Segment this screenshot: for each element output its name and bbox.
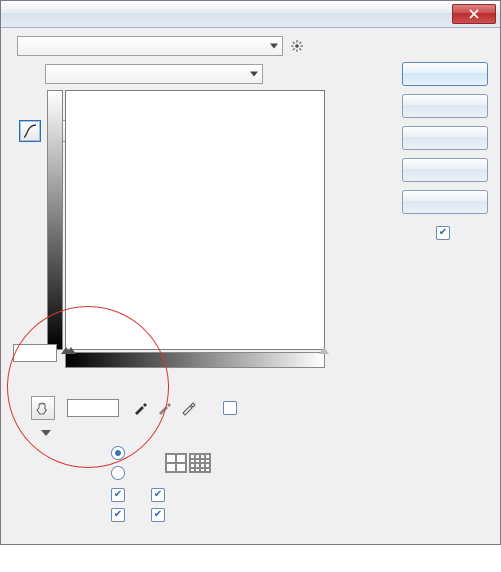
channel-row [39,64,381,84]
display-show-row [41,488,381,522]
titlebar[interactable] [1,1,500,28]
show-clipping-row [223,401,243,415]
grid-size-group [165,453,211,473]
curves-dialog [0,0,501,545]
check-baseline[interactable] [151,488,165,502]
gray-eyedropper[interactable] [155,399,173,417]
grid-16-button[interactable] [189,453,211,473]
black-eyedropper[interactable] [131,399,149,417]
eyedropper-group [131,399,197,417]
show-clipping-checkbox[interactable] [223,401,237,415]
smooth-button[interactable] [402,126,488,150]
preset-row [11,36,490,56]
output-gradient [47,90,63,350]
channel-select[interactable] [45,64,263,84]
display-amount-row [41,446,381,480]
cancel-button[interactable] [402,94,488,118]
work-area [11,64,381,522]
check-histogram[interactable] [111,508,125,522]
check-intersection[interactable] [151,508,165,522]
target-adjust-tool[interactable] [31,396,55,420]
input-field[interactable] [67,399,119,417]
eyedropper-icon [156,400,172,416]
radio-light[interactable] [111,446,125,460]
eyedropper-icon [180,400,196,416]
close-icon [469,9,479,19]
white-eyedropper[interactable] [179,399,197,417]
right-button-column [402,62,488,240]
curves-graph-wrap [65,90,355,368]
check-overlay[interactable] [111,488,125,502]
preset-menu-button[interactable] [289,38,305,54]
close-button[interactable] [452,4,496,24]
triangle-down-icon [41,430,51,436]
white-point-slider[interactable] [319,347,329,354]
grid-4-button[interactable] [165,453,187,473]
input-gradient [65,352,325,368]
io-fields [13,344,57,362]
ok-button[interactable] [402,62,488,86]
curve-point-tool[interactable] [19,120,41,142]
curves-graph[interactable] [65,90,325,350]
curves-canvas-icon [66,91,324,349]
chevron-down-icon [270,44,278,49]
input-marker[interactable] [66,347,76,354]
curve-display-options [41,430,381,522]
options-button[interactable] [402,190,488,214]
curve-icon [23,124,37,138]
options-body [41,436,381,522]
below-graph-row [65,396,381,420]
preview-row [402,226,488,240]
radio-pigment[interactable] [111,466,125,480]
preview-checkbox[interactable] [436,226,450,240]
eyedropper-icon [132,400,148,416]
hand-icon [35,400,51,416]
gear-icon [290,39,304,53]
dialog-body [1,28,500,544]
preset-select[interactable] [17,36,283,56]
output-field[interactable] [13,344,57,362]
chevron-down-icon [250,72,258,77]
auto-button[interactable] [402,158,488,182]
